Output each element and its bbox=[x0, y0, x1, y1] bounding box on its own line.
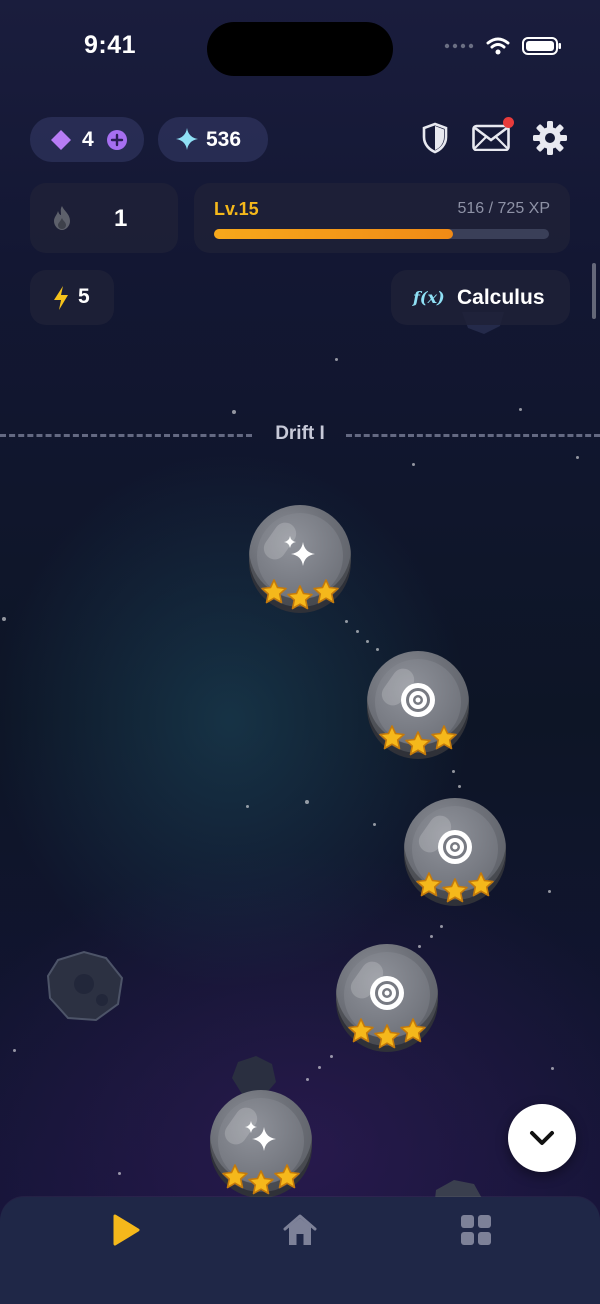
sparkle-icon bbox=[240, 1118, 282, 1160]
level-label: Lv.15 bbox=[214, 199, 259, 219]
scroll-indicator bbox=[592, 263, 596, 319]
node-stars bbox=[257, 575, 343, 611]
dynamic-island bbox=[207, 22, 393, 76]
node-stars bbox=[375, 721, 461, 757]
mail-icon bbox=[472, 124, 510, 151]
shield-icon bbox=[422, 122, 448, 154]
energy-card[interactable]: 5 bbox=[30, 270, 114, 325]
streak-card[interactable]: 1 bbox=[30, 183, 178, 253]
settings-button[interactable] bbox=[530, 118, 570, 158]
gems-count: 4 bbox=[82, 128, 94, 151]
xp-progress-bar bbox=[214, 229, 549, 239]
section-divider-left bbox=[0, 434, 252, 437]
section-divider-right bbox=[346, 434, 600, 437]
target-icon bbox=[366, 972, 408, 1014]
level-card[interactable]: Lv.15 516 / 725 XP bbox=[194, 183, 570, 253]
node-stars bbox=[412, 868, 498, 904]
function-icon: f(x) bbox=[413, 288, 445, 307]
subject-selector[interactable]: f(x) Calculus bbox=[391, 270, 570, 325]
level-node[interactable] bbox=[336, 944, 438, 1049]
wifi-icon bbox=[486, 37, 510, 55]
level-node[interactable] bbox=[404, 798, 506, 903]
xp-progress-fill bbox=[214, 229, 453, 239]
gear-icon bbox=[533, 121, 567, 155]
status-indicators bbox=[444, 36, 562, 56]
sparks-count: 536 bbox=[206, 128, 242, 151]
nav-home[interactable] bbox=[270, 1210, 330, 1250]
nav-play[interactable] bbox=[96, 1210, 156, 1250]
shield-button[interactable] bbox=[420, 120, 450, 156]
level-node[interactable] bbox=[210, 1090, 312, 1195]
sparks-counter[interactable]: 536 bbox=[158, 117, 268, 162]
notification-dot bbox=[503, 117, 514, 128]
add-gems-icon[interactable] bbox=[106, 129, 128, 151]
lightning-icon bbox=[54, 286, 68, 310]
xp-text: 516 / 725 XP bbox=[457, 200, 550, 217]
mail-button[interactable] bbox=[470, 117, 514, 156]
chevron-down-icon bbox=[530, 1131, 554, 1145]
gem-icon bbox=[51, 130, 71, 150]
energy-count: 5 bbox=[78, 285, 90, 308]
level-node[interactable] bbox=[367, 651, 469, 756]
section-title: Drift I bbox=[275, 423, 325, 444]
spark-icon bbox=[176, 128, 198, 150]
home-icon bbox=[283, 1214, 317, 1245]
asteroid-decoration bbox=[46, 950, 124, 1022]
battery-icon bbox=[522, 37, 561, 55]
node-stars bbox=[218, 1160, 304, 1196]
flame-icon bbox=[54, 206, 70, 230]
target-icon bbox=[397, 679, 439, 721]
grid-icon bbox=[461, 1215, 491, 1245]
subject-name: Calculus bbox=[457, 286, 545, 309]
status-time: 9:41 bbox=[84, 31, 137, 59]
target-icon bbox=[434, 826, 476, 868]
nav-grid[interactable] bbox=[446, 1210, 506, 1250]
streak-count: 1 bbox=[114, 205, 128, 232]
node-stars bbox=[344, 1014, 430, 1050]
gems-counter[interactable]: 4 bbox=[30, 117, 144, 162]
scroll-down-button[interactable] bbox=[508, 1104, 576, 1172]
cellular-icon bbox=[444, 43, 474, 49]
play-icon bbox=[113, 1214, 140, 1246]
level-node[interactable] bbox=[249, 505, 351, 610]
sparkle-icon bbox=[279, 533, 321, 575]
